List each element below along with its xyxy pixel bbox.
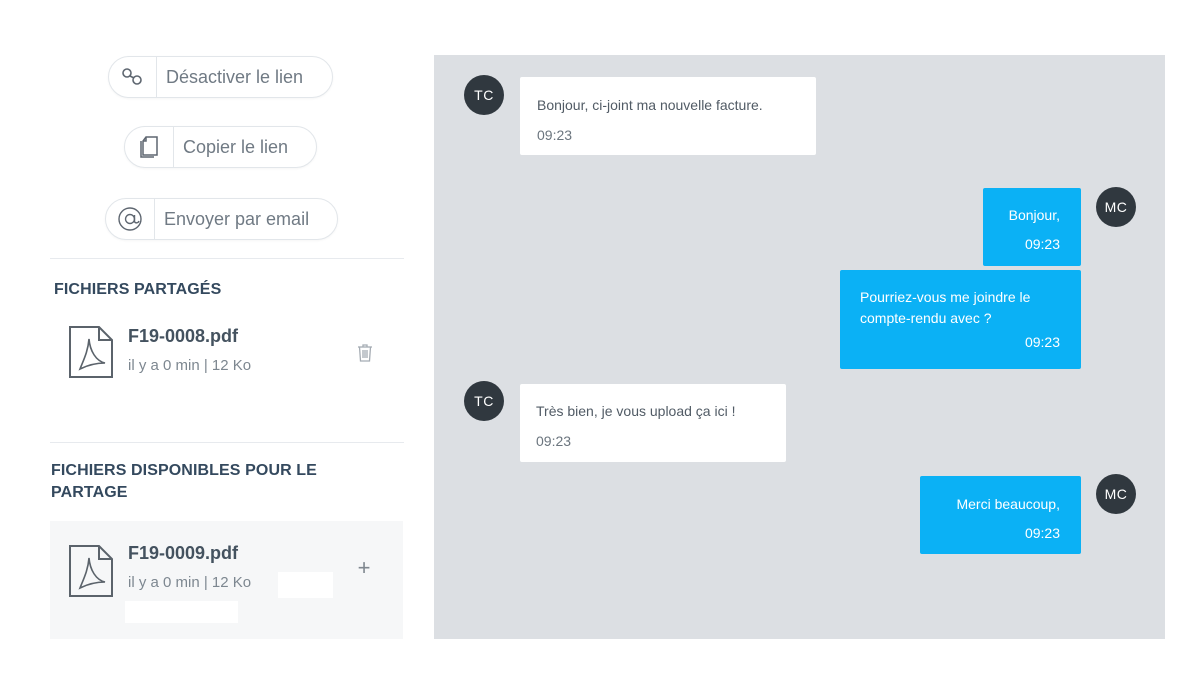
copy-link-label: Copier le lien <box>183 136 289 157</box>
trash-icon[interactable] <box>354 341 376 363</box>
incoming-message: Très bien, je vous upload ça ici ! 09:23 <box>520 384 786 462</box>
outgoing-message: Bonjour, 09:23 <box>983 188 1081 266</box>
plus-icon[interactable]: + <box>352 555 376 580</box>
file-name: F19-0008.pdf <box>128 326 239 346</box>
at-icon <box>106 199 155 239</box>
avatar: TC <box>464 381 504 421</box>
message-text: Très bien, je vous upload ça ici ! <box>536 403 736 419</box>
divider <box>50 442 404 443</box>
message-time: 09:23 <box>1024 334 1060 350</box>
divider <box>50 258 404 259</box>
shared-files-title: FICHIERS PARTAGÉS <box>54 281 222 298</box>
link-icon <box>109 57 157 97</box>
shared-file-row[interactable]: F19-0008.pdf il y a 0 min | 12 Ko <box>50 325 403 385</box>
message-text: compte-rendu avec ? <box>860 310 992 326</box>
share-panel: Désactiver le lien Copier le lien Envoye… <box>0 0 434 678</box>
pdf-file-icon <box>68 544 114 598</box>
avatar: MC <box>1096 187 1136 227</box>
file-name: F19-0009.pdf <box>128 543 239 563</box>
message-text: Bonjour, <box>1008 207 1060 223</box>
avatar: TC <box>464 75 504 115</box>
pdf-file-icon <box>68 325 114 379</box>
copy-link-button[interactable]: Copier le lien <box>124 126 317 168</box>
send-email-label: Envoyer par email <box>164 208 310 229</box>
file-meta: il y a 0 min | 12 Ko <box>128 357 252 374</box>
placeholder-bar <box>125 601 238 623</box>
chat-panel: TC Bonjour, ci-joint ma nouvelle facture… <box>434 55 1165 639</box>
message-text: Bonjour, ci-joint ma nouvelle facture. <box>537 97 763 113</box>
message-time: 09:23 <box>1024 525 1060 541</box>
placeholder-bar <box>278 572 333 598</box>
send-email-button[interactable]: Envoyer par email <box>105 198 338 240</box>
disable-link-button[interactable]: Désactiver le lien <box>108 56 333 98</box>
outgoing-message: Pourriez-vous me joindre le compte-rendu… <box>840 270 1081 369</box>
message-time: 09:23 <box>1024 236 1060 252</box>
avatar: MC <box>1096 474 1136 514</box>
file-meta: il y a 0 min | 12 Ko <box>128 574 252 591</box>
available-file-row[interactable]: F19-0009.pdf il y a 0 min | 12 Ko + <box>50 521 403 639</box>
message-text: Pourriez-vous me joindre le <box>860 289 1031 305</box>
message-text: Merci beaucoup, <box>956 496 1060 512</box>
message-time: 09:23 <box>536 433 572 449</box>
available-files-title: FICHIERS DISPONIBLES POUR LE PARTAGE <box>51 462 317 501</box>
message-time: 09:23 <box>537 127 573 143</box>
copy-icon <box>125 127 174 167</box>
disable-link-label: Désactiver le lien <box>166 66 304 87</box>
incoming-message: Bonjour, ci-joint ma nouvelle facture. 0… <box>520 77 816 155</box>
outgoing-message: Merci beaucoup, 09:23 <box>920 476 1081 554</box>
